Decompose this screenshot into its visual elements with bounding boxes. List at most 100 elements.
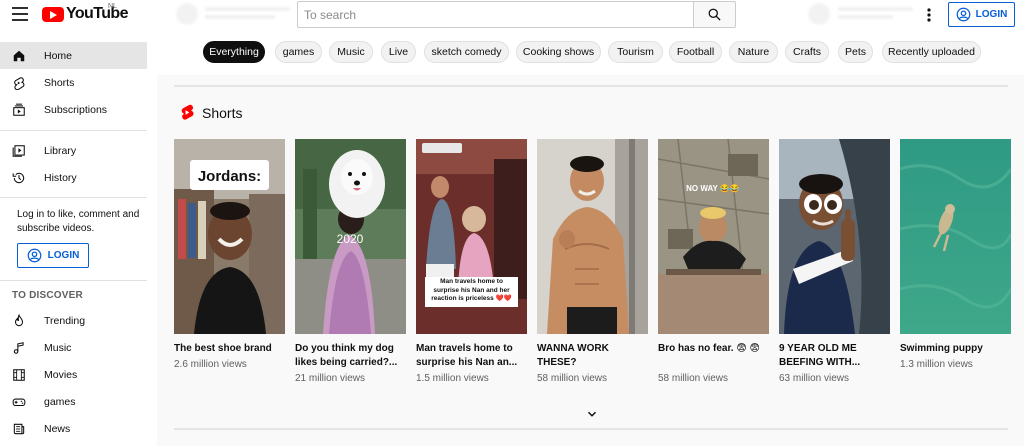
chip-tourism[interactable]: Tourism: [608, 41, 663, 63]
search-input[interactable]: [297, 1, 693, 28]
login-button-label: LOGIN: [975, 9, 1008, 20]
sidebar-item-shorts[interactable]: Shorts: [0, 69, 147, 96]
account-icon: [956, 7, 971, 22]
sidebar-item-label: Music: [44, 341, 72, 354]
ghost-avatar: [176, 3, 198, 27]
sidebar-item-history[interactable]: History: [0, 164, 147, 191]
shorts-icon: [14, 77, 25, 90]
chip-cooking-shows[interactable]: Cooking shows: [516, 41, 601, 63]
sidebar-item-label: Subscriptions: [44, 103, 108, 116]
short-view-count: 1.5 million views: [416, 373, 489, 384]
sidebar-item-subscriptions[interactable]: Subscriptions: [0, 96, 147, 123]
chip-live[interactable]: Live: [381, 41, 416, 63]
sidebar-item-label: Library: [44, 144, 77, 157]
chip-sketch-comedy[interactable]: sketch comedy: [424, 41, 509, 63]
gaming-icon: [12, 398, 26, 407]
sidebar-item-home[interactable]: Home: [0, 42, 147, 69]
sidebar-item-label: Trending: [44, 314, 86, 327]
chip-music[interactable]: Music: [329, 41, 373, 63]
sidebar-item-library[interactable]: Library: [0, 137, 147, 164]
short-view-count: 2.6 million views: [174, 359, 247, 370]
sidebar-item-label: News: [44, 422, 71, 435]
library-icon: [12, 145, 25, 157]
thumbnail-image: Jordans:: [174, 139, 285, 334]
thumbnail-overlay-text: 2020: [337, 232, 364, 246]
chip-pets[interactable]: Pets: [838, 41, 873, 63]
sidebar-item-label: Movies: [44, 368, 78, 381]
short-thumbnail[interactable]: Man travels home to surprise his Nan and…: [416, 139, 527, 334]
short-title[interactable]: Man travels home to surprise his Nan an.…: [416, 342, 527, 370]
search-button[interactable]: [693, 1, 736, 28]
sidebar-item-news[interactable]: News: [0, 415, 147, 442]
chip-filter-bar: Everything games Music Live sketch comed…: [157, 30, 1024, 75]
short-thumbnail[interactable]: [900, 139, 1011, 334]
search-icon: [708, 8, 721, 21]
sidebar-item-label: Shorts: [44, 76, 75, 89]
short-thumbnail[interactable]: Jordans:: [174, 139, 285, 334]
short-thumbnail[interactable]: [779, 139, 890, 334]
short-thumbnail[interactable]: NO WAY 😂😂: [658, 139, 769, 334]
news-icon: [13, 423, 25, 435]
chip-nature[interactable]: Nature: [729, 41, 778, 63]
sidebar-item-movies[interactable]: Movies: [0, 361, 147, 388]
sidebar-login-label: LOGIN: [47, 250, 80, 261]
movies-icon: [13, 369, 25, 381]
sidebar-divider: [0, 130, 147, 131]
thumbnail-image: Man travels home to surprise his Nan and…: [416, 139, 527, 334]
short-title[interactable]: Swimming puppy: [900, 342, 1011, 356]
short-title[interactable]: 9 YEAR OLD ME BEEFING WITH...: [779, 342, 890, 370]
top-bar: YouTube NL LOGIN: [0, 0, 1024, 30]
sidebar-item-trending[interactable]: Trending: [0, 307, 147, 334]
region-code: NL: [108, 3, 117, 10]
chip-everything[interactable]: Everything: [203, 41, 265, 63]
section-divider: [174, 85, 1008, 87]
short-view-count: 58 million views: [537, 373, 608, 384]
short-thumbnail[interactable]: 2020: [295, 139, 406, 334]
sidebar-item-label: Home: [44, 49, 73, 62]
short-thumbnail[interactable]: [537, 139, 648, 334]
login-button[interactable]: LOGIN: [948, 2, 1015, 27]
thumbnail-image: 2020: [295, 139, 406, 334]
thumbnail-image: NO WAY 😂😂: [658, 139, 769, 334]
sidebar-login-button[interactable]: LOGIN: [17, 243, 89, 268]
sidebar-item-label: games: [44, 395, 76, 408]
home-icon: [13, 50, 25, 62]
history-icon: [12, 172, 25, 184]
shorts-shelf-title: Shorts: [202, 104, 243, 121]
short-view-count: 21 million views: [295, 373, 366, 384]
short-title[interactable]: Do you think my dog likes being carried?…: [295, 342, 406, 370]
chevron-down-icon[interactable]: [585, 407, 599, 421]
sidebar-item-games[interactable]: games: [0, 388, 147, 415]
chip-football[interactable]: Football: [669, 41, 722, 63]
subscriptions-icon: [13, 103, 25, 116]
short-view-count: 1.3 million views: [900, 359, 973, 370]
short-view-count: 58 million views: [658, 373, 729, 384]
more-vert-icon: [927, 8, 931, 22]
ghost-text-right: [838, 3, 913, 27]
short-title[interactable]: The best shoe brand: [174, 342, 285, 356]
thumbnail-image: [537, 139, 648, 334]
menu-icon[interactable]: [12, 7, 28, 21]
section-divider: [174, 428, 1008, 430]
thumbnail-image: [779, 139, 890, 334]
shorts-logo-icon: [181, 104, 194, 120]
sidebar-divider: [0, 197, 147, 198]
music-icon: [13, 342, 24, 354]
chip-games[interactable]: games: [275, 41, 322, 63]
sidebar-item-label: History: [44, 171, 77, 184]
ghost-text: [205, 3, 290, 27]
discover-heading: TO DISCOVER: [12, 290, 83, 301]
sidebar: Home Shorts Subscriptions Library Histor…: [0, 30, 157, 446]
sidebar-item-music[interactable]: Music: [0, 334, 147, 361]
logo-text: YouTube: [66, 5, 128, 22]
account-icon: [27, 248, 42, 263]
thumbnail-overlay-text: NO WAY 😂😂: [686, 184, 740, 193]
thumbnail-overlay-text: Jordans:: [198, 168, 261, 185]
chip-recently-uploaded[interactable]: Recently uploaded: [882, 41, 981, 63]
chip-crafts[interactable]: Crafts: [785, 41, 829, 63]
sidebar-divider: [0, 280, 147, 281]
short-title[interactable]: WANNA WORK THESE?: [537, 342, 648, 370]
short-title[interactable]: Bro has no fear. 😨 😨: [658, 342, 769, 356]
login-prompt-text: Log in to like, comment and subscribe vi…: [17, 209, 140, 234]
more-options-button[interactable]: [921, 6, 937, 24]
